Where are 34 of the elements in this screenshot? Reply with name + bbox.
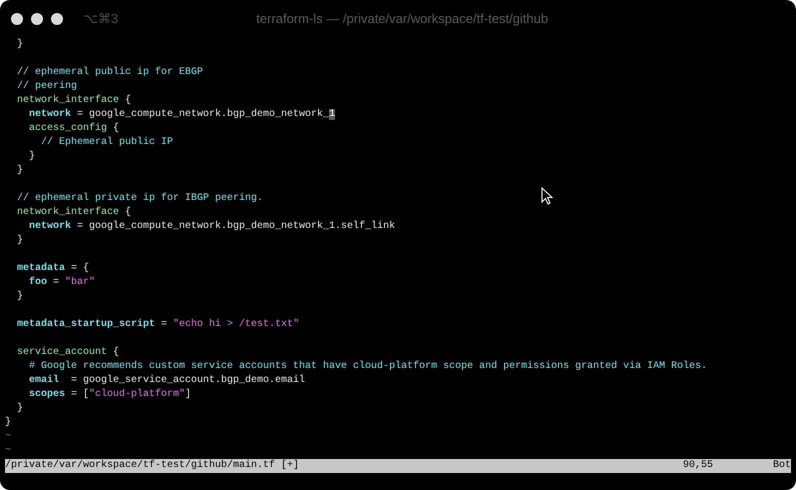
code-line: } [28,150,36,164]
mouse-pointer-icon [541,187,553,205]
code-line: network = google_compute_network.bgp_demo_network_1.self_link [28,220,396,234]
code-line: network_interface { [16,94,132,108]
shortcut-label: ⌥⌘3 [83,10,118,28]
empty-line-marker: ~ [5,430,12,444]
close-button[interactable] [11,13,23,25]
window-title: terraform-ls — /private/var/workspace/tf-test/github [256,10,548,28]
code-line: } [16,402,24,416]
code-line: // ephemeral private ip for IBGP peering. [16,192,264,206]
code-line: // Ephemeral public IP [40,136,174,150]
code-line: } [16,234,24,248]
code-line: } [16,164,24,178]
code-line: email = google_service_account.bgp_demo.email [28,374,306,388]
scroll-position: Bot [772,459,791,473]
code-line: } [16,38,24,52]
code-line: # Google recommends custom service accounts that have cloud-platform scope and permissions granted via IAM Roles. [28,360,708,374]
code-line: foo = "bar" [28,276,96,290]
code-line: service_account { [16,346,120,360]
code-line: } [16,290,24,304]
code-line: network = google_compute_network.bgp_demo_network_1 [28,108,336,122]
code-line: network_interface { [16,206,132,220]
code-line: // peering [16,80,78,94]
minimize-button[interactable] [31,13,43,25]
code-line: // ephemeral public ip for EBGP [16,66,204,80]
code-line: metadata = { [16,262,90,276]
zoom-button[interactable] [51,13,63,25]
cursor-position: 90,55 [682,459,713,473]
code-line: metadata_startup_script = "echo hi > /test.txt" [16,318,300,332]
empty-line-marker: ~ [5,444,12,458]
file-path: /private/var/workspace/tf-test/github/main.tf [+] [5,459,300,473]
code-line: access_config { [28,122,120,136]
code-line: } [5,416,12,430]
code-line: scopes = ["cloud-platform"] [28,388,192,402]
